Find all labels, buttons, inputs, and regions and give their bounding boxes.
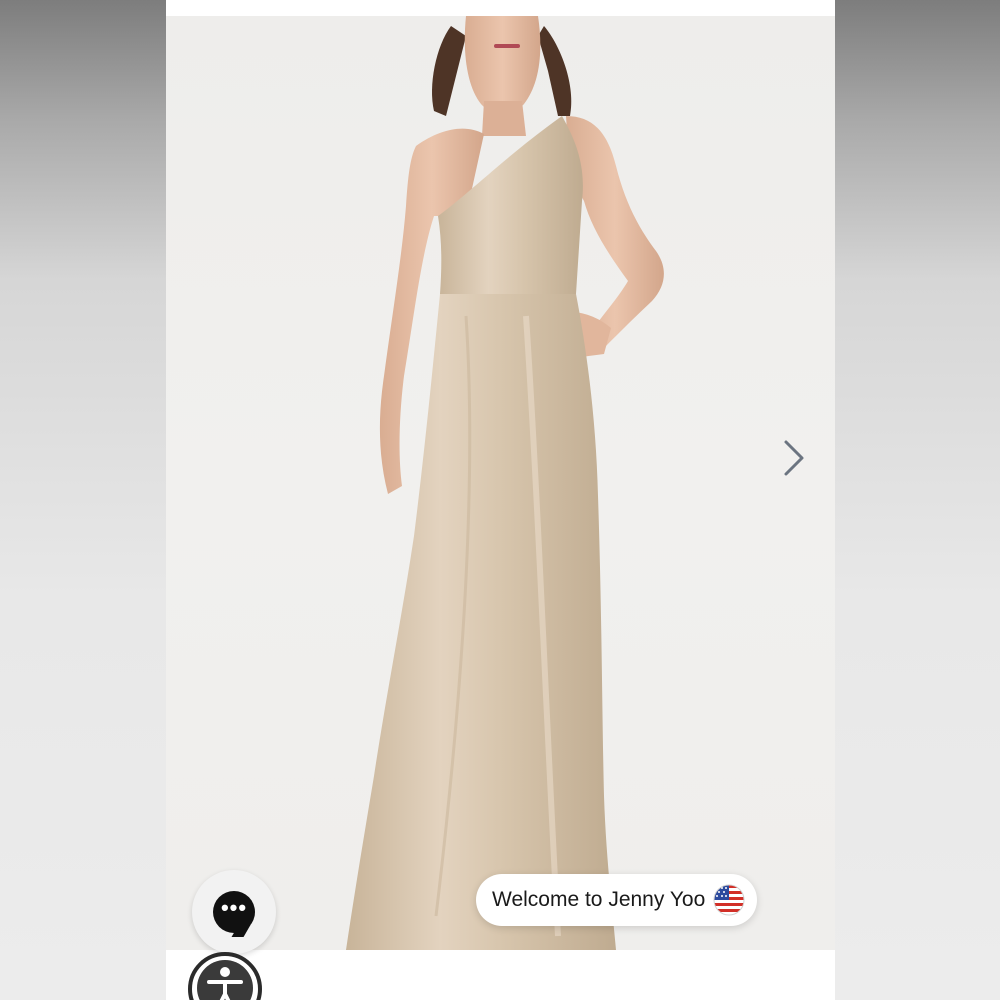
chevron-right-icon bbox=[784, 440, 804, 476]
neck bbox=[482, 101, 526, 136]
accessibility-icon bbox=[197, 960, 253, 1000]
face bbox=[464, 16, 541, 113]
product-image bbox=[346, 16, 664, 950]
phone-screen: ••• Welcome to Jenny Yoo bbox=[166, 0, 835, 1000]
chat-bubble-icon: ••• bbox=[213, 891, 255, 933]
next-image-button[interactable] bbox=[778, 438, 810, 478]
blurred-backdrop-right bbox=[835, 0, 1000, 1000]
us-flag-icon bbox=[713, 884, 745, 916]
accessibility-button[interactable] bbox=[188, 952, 262, 1000]
blurred-backdrop-left bbox=[0, 0, 166, 1000]
hair bbox=[431, 26, 466, 116]
chat-button[interactable]: ••• bbox=[192, 870, 276, 954]
product-image-gallery[interactable] bbox=[166, 16, 835, 950]
right-arm bbox=[566, 116, 664, 346]
welcome-text: Welcome to Jenny Yoo bbox=[492, 888, 706, 911]
welcome-banner[interactable]: Welcome to Jenny Yoo bbox=[476, 874, 758, 926]
chat-dots: ••• bbox=[220, 895, 248, 920]
top-strip bbox=[166, 0, 835, 16]
hair bbox=[538, 26, 572, 116]
